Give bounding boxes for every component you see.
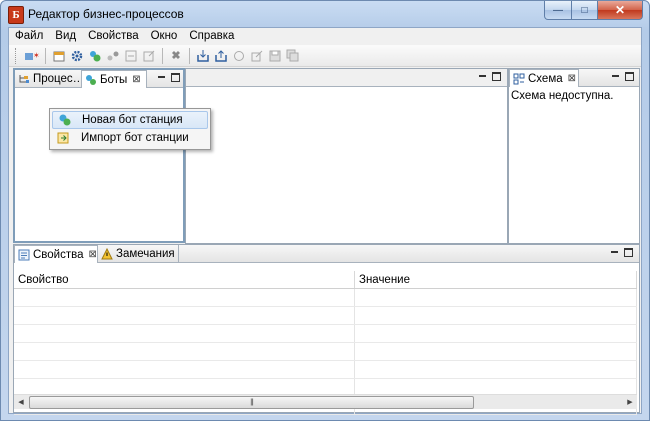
maximize-view-icon[interactable] bbox=[171, 73, 180, 82]
menu-view[interactable]: Вид bbox=[49, 28, 82, 44]
deploy-icon[interactable] bbox=[195, 48, 211, 64]
export-icon[interactable] bbox=[141, 48, 157, 64]
window-title: Редактор бизнес-процессов bbox=[28, 7, 184, 21]
close-tab-icon[interactable]: ⊠ bbox=[89, 249, 97, 260]
table-row bbox=[14, 288, 637, 307]
tab-bots[interactable]: Боты ⊠ bbox=[81, 70, 147, 88]
bots-view-header: Процес… Боты ⊠ bbox=[15, 70, 183, 88]
scrollbar-thumb[interactable]: ||| bbox=[29, 396, 474, 409]
bots-icon[interactable] bbox=[87, 48, 103, 64]
publish-icon[interactable] bbox=[249, 48, 265, 64]
scroll-left-icon[interactable]: ◀ bbox=[15, 396, 27, 408]
table-row bbox=[14, 306, 637, 325]
save-all-icon[interactable] bbox=[285, 48, 301, 64]
menu-properties[interactable]: Свойства bbox=[82, 28, 145, 44]
workbench: Файл Вид Свойства Окно Справка ✶ ✖ Проце… bbox=[8, 27, 642, 415]
table-row bbox=[14, 360, 637, 379]
tab-processes[interactable]: Процес… bbox=[15, 70, 85, 87]
maximize-view-icon[interactable] bbox=[625, 72, 634, 81]
column-header-value[interactable]: Значение bbox=[354, 271, 637, 289]
table-row bbox=[14, 324, 637, 343]
new-bot-station-icon[interactable]: ✶ bbox=[24, 48, 40, 64]
tab-problems-label: Замечания bbox=[116, 247, 175, 260]
save-icon[interactable] bbox=[267, 48, 283, 64]
close-tab-icon[interactable]: ⊠ bbox=[568, 73, 576, 84]
tab-scheme-label: Схема bbox=[528, 72, 563, 85]
app-icon: Б bbox=[8, 6, 24, 24]
tab-problems[interactable]: Замечания bbox=[98, 245, 179, 262]
process-tree-icon bbox=[18, 73, 30, 85]
menu-bar: Файл Вид Свойства Окно Справка bbox=[9, 28, 641, 44]
bots-icon bbox=[85, 74, 97, 86]
menu-item-label: Импорт бот станции bbox=[81, 132, 189, 144]
minimize-view-icon[interactable] bbox=[610, 248, 619, 257]
link-icon[interactable] bbox=[105, 48, 121, 64]
table-row bbox=[14, 342, 637, 361]
tab-properties[interactable]: Свойства ⊠ bbox=[14, 245, 98, 263]
minimize-view-icon[interactable] bbox=[611, 72, 620, 81]
horizontal-scrollbar[interactable]: ◀ ||| ▶ bbox=[14, 394, 637, 409]
maximize-view-icon[interactable] bbox=[492, 72, 501, 81]
new-bot-station-icon bbox=[58, 113, 72, 127]
menu-window[interactable]: Окно bbox=[145, 28, 184, 44]
close-button[interactable]: ✕ bbox=[598, 1, 643, 20]
minimize-view-icon[interactable] bbox=[157, 73, 166, 82]
maximize-icon: □ bbox=[581, 4, 588, 16]
app-window: Б Редактор бизнес-процессов — □ ✕ Файл В… bbox=[0, 0, 650, 421]
maximize-view-icon[interactable] bbox=[624, 248, 633, 257]
outline-icon bbox=[513, 73, 525, 85]
menu-item-label: Новая бот станция bbox=[82, 114, 183, 126]
close-tab-icon[interactable]: ⊠ bbox=[132, 74, 140, 85]
scheme-view-header: Схема ⊠ bbox=[509, 69, 639, 87]
tab-bots-label: Боты bbox=[100, 73, 128, 86]
properties-view-panel: Свойства ⊠ Замечания Свойство Значение ◀… bbox=[13, 244, 640, 415]
column-header-property[interactable]: Свойство bbox=[14, 271, 355, 289]
minimize-icon: — bbox=[553, 4, 563, 16]
menu-item-import-bot-station[interactable]: Импорт бот станции bbox=[52, 129, 208, 147]
title-bar[interactable]: Б Редактор бизнес-процессов — □ ✕ bbox=[1, 1, 649, 27]
menu-help[interactable]: Справка bbox=[183, 28, 240, 44]
svg-text:✶: ✶ bbox=[33, 51, 40, 60]
minimize-view-icon[interactable] bbox=[478, 72, 487, 81]
maximize-button[interactable]: □ bbox=[572, 1, 598, 20]
scroll-right-icon[interactable]: ▶ bbox=[624, 396, 636, 408]
delete-icon[interactable]: ✖ bbox=[168, 48, 184, 64]
import-icon bbox=[57, 131, 71, 145]
menu-file[interactable]: Файл bbox=[9, 28, 49, 44]
toolbar-separator bbox=[189, 47, 190, 64]
new-process-icon[interactable] bbox=[51, 48, 67, 64]
close-icon: ✕ bbox=[614, 3, 626, 17]
import-icon[interactable] bbox=[123, 48, 139, 64]
bots-view-panel: Процес… Боты ⊠ bbox=[13, 68, 185, 243]
tab-processes-label: Процес… bbox=[33, 72, 85, 85]
scheme-view-panel: Схема ⊠ Схема недоступна. bbox=[508, 68, 640, 244]
properties-icon bbox=[18, 249, 30, 261]
editor-area-header bbox=[186, 69, 507, 87]
scrollbar-grip: ||| bbox=[250, 399, 254, 406]
warning-icon bbox=[101, 247, 113, 260]
properties-view-header: Свойства ⊠ Замечания bbox=[14, 245, 639, 263]
tab-scheme[interactable]: Схема ⊠ bbox=[509, 69, 579, 87]
tab-properties-label: Свойства bbox=[33, 248, 84, 261]
minimize-button[interactable]: — bbox=[544, 1, 572, 20]
toolbar: ✶ ✖ bbox=[9, 45, 641, 67]
window-controls: — □ ✕ bbox=[544, 1, 643, 20]
toolbar-separator bbox=[162, 47, 163, 64]
refresh-icon[interactable] bbox=[231, 48, 247, 64]
upload-icon[interactable] bbox=[213, 48, 229, 64]
toolbar-separator bbox=[45, 47, 46, 64]
menu-item-new-bot-station[interactable]: Новая бот станция bbox=[52, 111, 208, 129]
toolbar-grip[interactable] bbox=[15, 47, 19, 64]
context-menu: Новая бот станция Импорт бот станции bbox=[49, 108, 211, 150]
editor-area bbox=[185, 68, 508, 244]
settings-gear-icon[interactable] bbox=[69, 48, 85, 64]
scheme-unavailable-message: Схема недоступна. bbox=[511, 90, 614, 102]
